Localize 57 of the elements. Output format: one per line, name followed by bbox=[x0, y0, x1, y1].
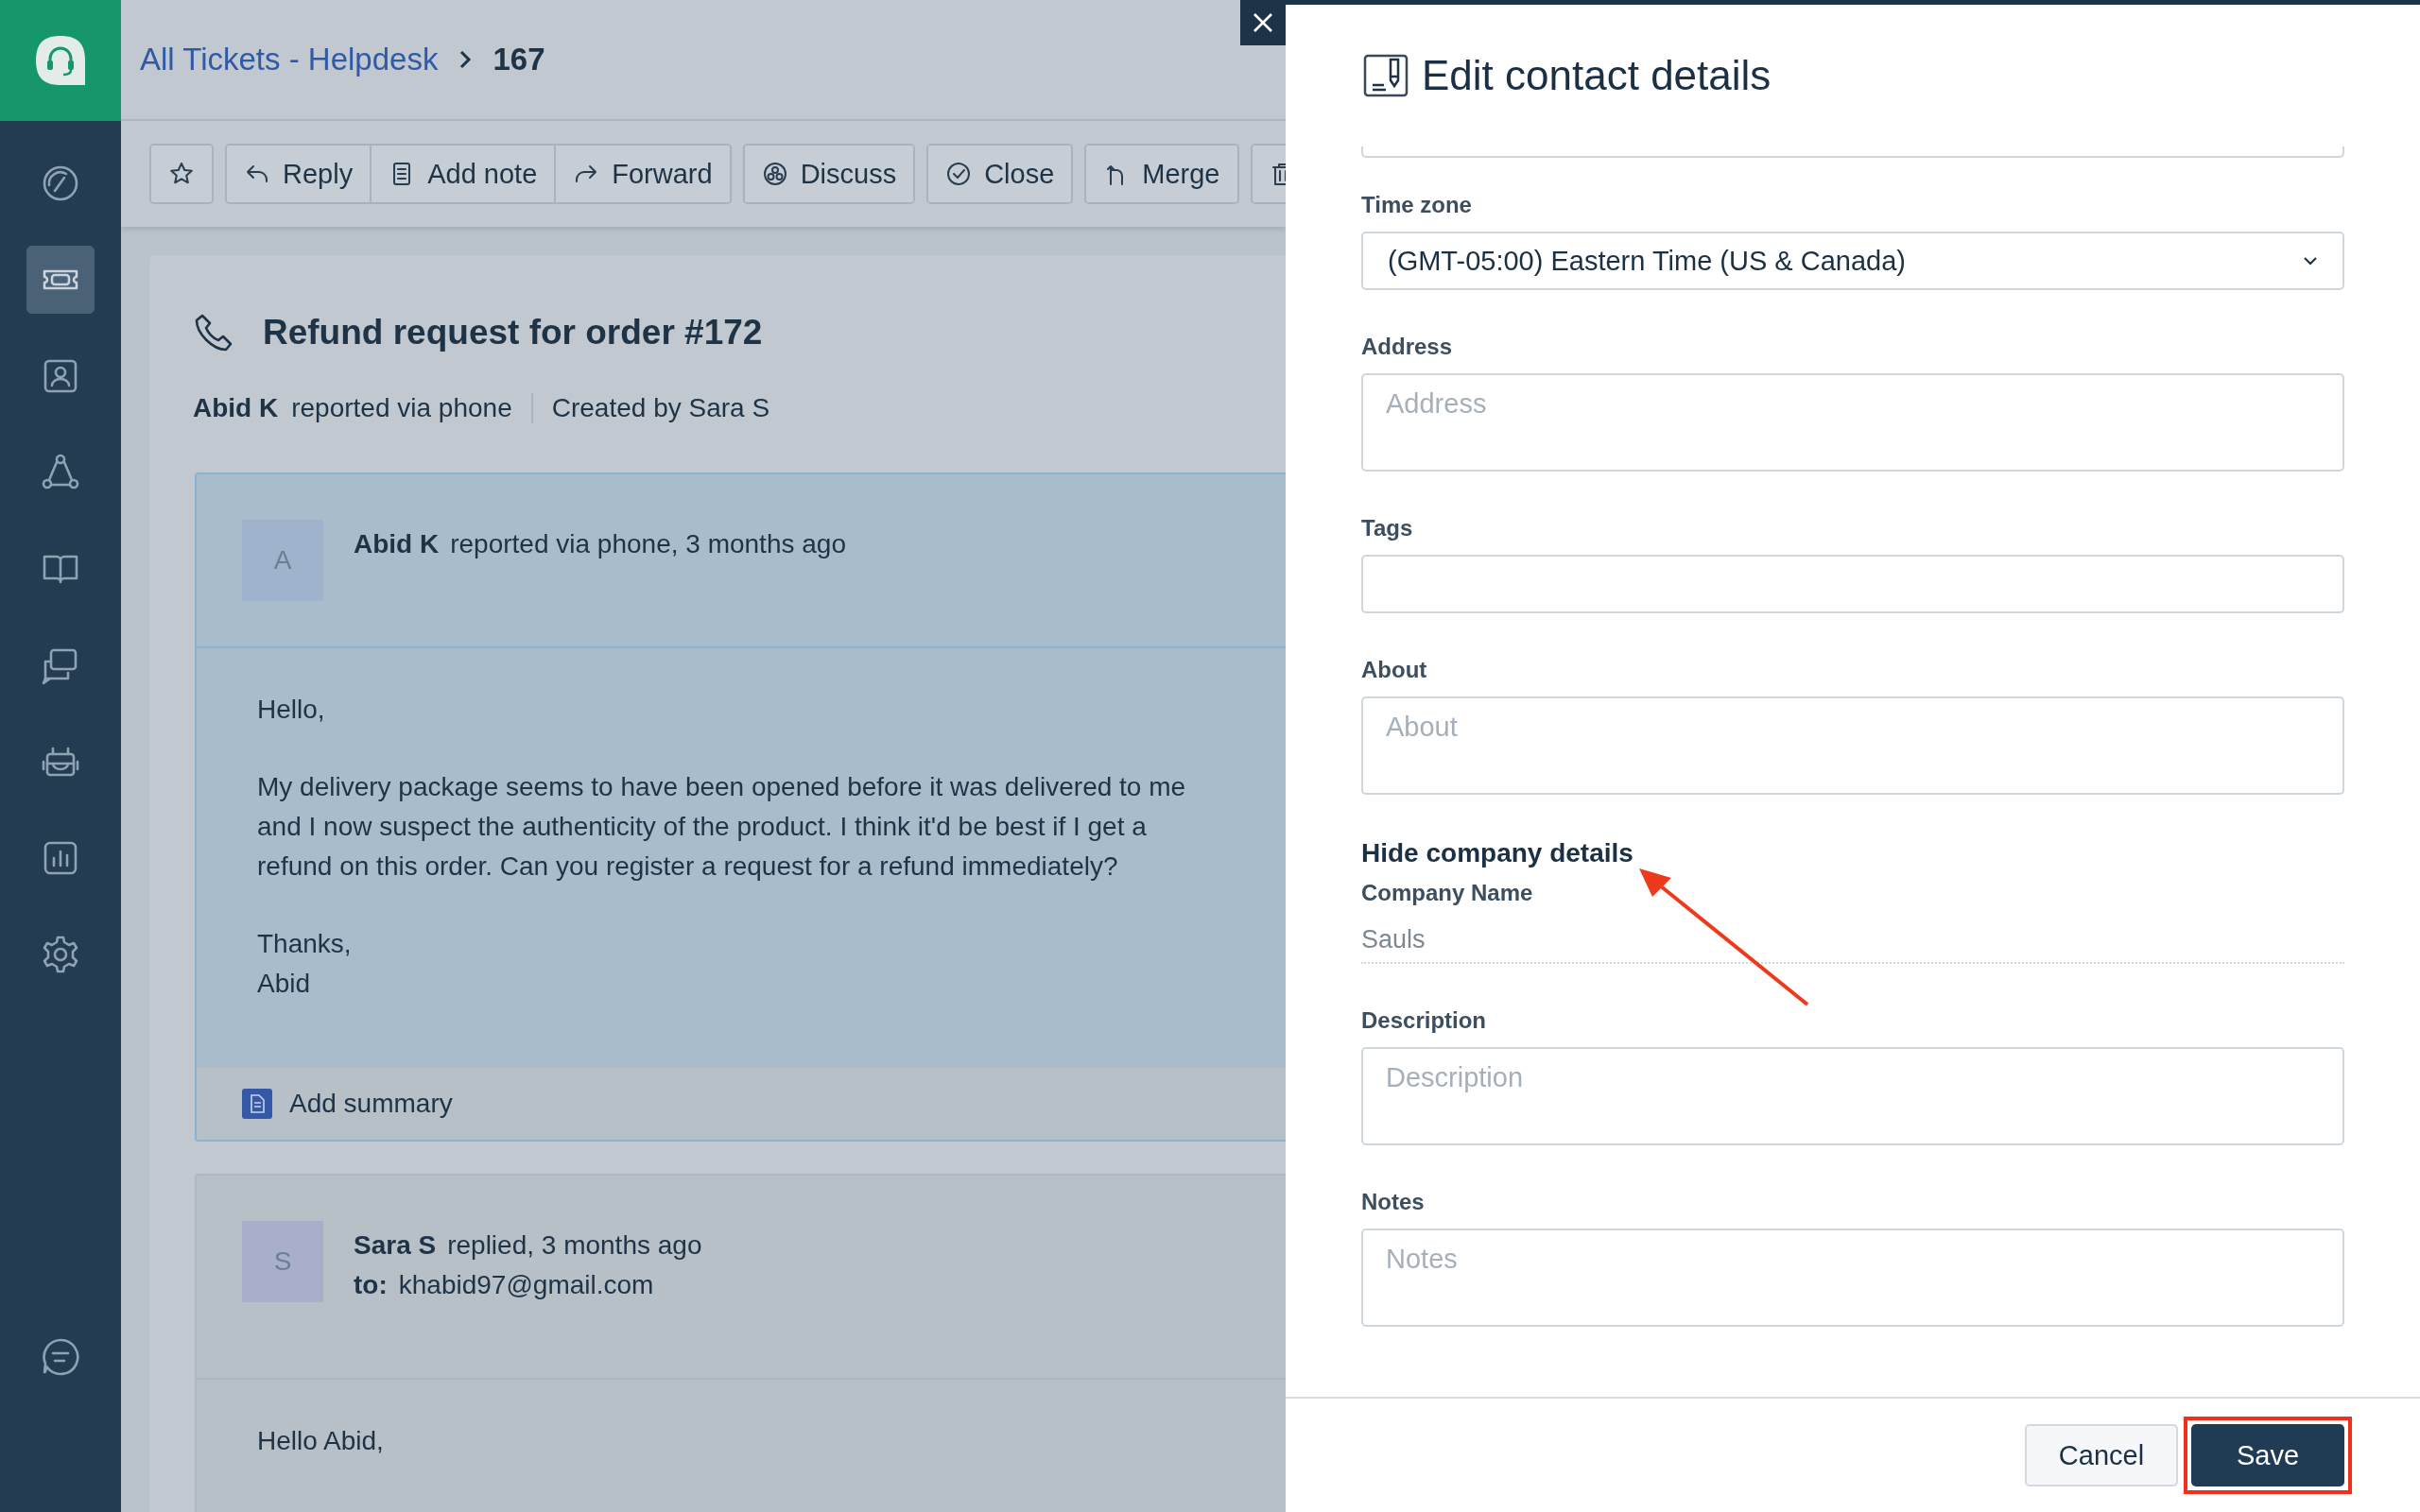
message-paragraph: Hello Abid, bbox=[257, 1425, 385, 1457]
requester-name: Abid K bbox=[193, 393, 279, 423]
discuss-icon bbox=[761, 161, 788, 187]
activity-text: replied, 3 months ago bbox=[447, 1230, 702, 1261]
avatar: A bbox=[242, 520, 323, 601]
input-field[interactable] bbox=[1361, 146, 2344, 158]
edit-form-icon bbox=[1363, 54, 1409, 97]
avatar: S bbox=[242, 1221, 323, 1302]
add-summary-link[interactable]: Add summary bbox=[289, 1089, 453, 1119]
time-zone-select[interactable]: (GMT-05:00) Eastern Time (US & Canada) bbox=[1361, 232, 2344, 290]
recipient-label: to: bbox=[354, 1270, 388, 1300]
document-icon bbox=[242, 1089, 272, 1119]
message-paragraph: Hello, bbox=[257, 694, 326, 726]
cancel-button[interactable]: Cancel bbox=[2025, 1424, 2178, 1486]
channel-text: reported via phone bbox=[291, 393, 512, 423]
close-button[interactable] bbox=[1240, 0, 1286, 45]
field-label: About bbox=[1361, 657, 1428, 683]
add-note-button[interactable]: Add note bbox=[370, 146, 555, 202]
ticket-number: 167 bbox=[493, 42, 545, 77]
check-circle-icon bbox=[945, 161, 973, 187]
field-label: Description bbox=[1361, 1007, 1488, 1034]
save-button[interactable]: Save bbox=[2191, 1424, 2344, 1486]
message-paragraph: My delivery package seems to have been opened before it was delivered to me and I now suspect the authenticity of the product. I think it'd be best if I get a refund on this order. Can you register a request for a refund immediately? bbox=[257, 771, 1187, 883]
message-paragraph: Thanks, Abid bbox=[257, 928, 353, 1000]
field-label: Company Name bbox=[1361, 880, 1534, 906]
headset-logo-icon bbox=[34, 34, 87, 87]
phone-icon bbox=[193, 312, 234, 353]
hide-company-link[interactable]: Hide company details bbox=[1361, 838, 2344, 868]
close-icon bbox=[1253, 12, 1273, 33]
field-label: Time zone bbox=[1361, 192, 1473, 218]
created-by-text: Created by Sara S bbox=[551, 393, 770, 423]
chevron-down-icon bbox=[2303, 256, 2318, 266]
ticket-title: Refund request for order #172 bbox=[263, 313, 763, 352]
merge-button[interactable]: Merge bbox=[1086, 146, 1237, 202]
star-button[interactable] bbox=[151, 146, 212, 202]
field-label: Tags bbox=[1361, 515, 1414, 541]
input-field[interactable] bbox=[1361, 555, 2344, 613]
recipient-email: khabid97@gmail.com bbox=[398, 1270, 654, 1300]
drawer-title: Edit contact details bbox=[1422, 52, 1772, 99]
text-area[interactable]: Description bbox=[1361, 1047, 2344, 1145]
text-area[interactable]: Address bbox=[1361, 373, 2344, 472]
reply-button[interactable]: Reply bbox=[227, 146, 371, 202]
close-ticket-button[interactable]: Close bbox=[928, 146, 1072, 202]
breadcrumb-link[interactable]: All Tickets - Helpdesk bbox=[140, 42, 439, 77]
activity-text: reported via phone, 3 months ago bbox=[450, 529, 846, 559]
field-label: Notes bbox=[1361, 1189, 1426, 1215]
text-area[interactable]: Notes bbox=[1361, 1228, 2344, 1327]
author-name: Sara S bbox=[354, 1230, 437, 1261]
field-label: Address bbox=[1361, 334, 1454, 360]
field-value: Sauls bbox=[1361, 925, 2344, 964]
text-area[interactable]: About bbox=[1361, 696, 2344, 795]
sidebar-item[interactable] bbox=[26, 246, 95, 314]
forward-button[interactable]: Forward bbox=[554, 146, 730, 202]
discuss-button[interactable]: Discuss bbox=[744, 146, 914, 202]
author-name: Abid K bbox=[354, 529, 440, 559]
chevron-right-icon bbox=[458, 49, 473, 70]
chat-icon bbox=[40, 1336, 81, 1378]
